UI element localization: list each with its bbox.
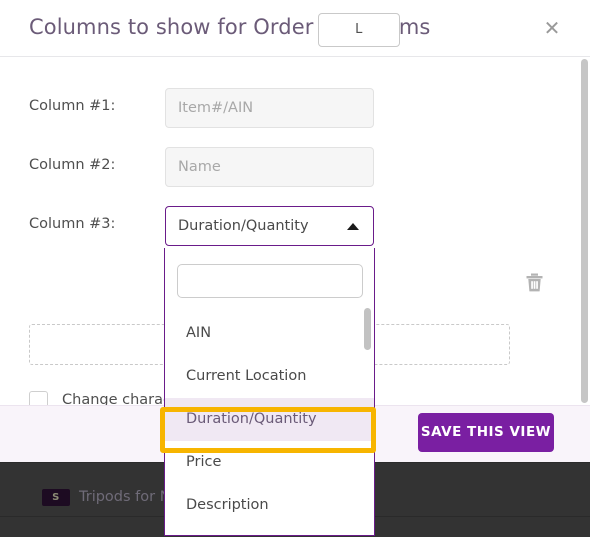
close-icon[interactable]: ✕ bbox=[540, 16, 564, 40]
modal-body-scrollbar-thumb[interactable] bbox=[581, 59, 588, 403]
column-field-row-1: Column #1: Item#/AIN bbox=[0, 88, 560, 128]
cancel-button[interactable]: L bbox=[318, 13, 400, 47]
column-2-value: Name bbox=[178, 159, 221, 175]
save-this-view-button[interactable]: SAVE THIS VIEW bbox=[418, 413, 554, 452]
column-3-label: Column #3: bbox=[29, 216, 116, 232]
column-field-row-3: Column #3: Duration/Quantity bbox=[0, 206, 560, 246]
column-1-label: Column #1: bbox=[29, 98, 116, 114]
dropdown-option-list: AIN Current Location Duration/Quantity P… bbox=[165, 312, 374, 534]
dropdown-scrollbar-thumb[interactable] bbox=[364, 308, 371, 350]
column-3-selected-value: Duration/Quantity bbox=[178, 218, 309, 234]
modal-header: Columns to show for Order Line Items ✕ bbox=[0, 0, 590, 57]
footer-badge: S bbox=[42, 488, 70, 506]
column-3-select[interactable]: Duration/Quantity bbox=[165, 206, 374, 246]
column-field-row-2: Column #2: Name bbox=[0, 147, 560, 187]
caret-up-icon[interactable] bbox=[347, 223, 359, 230]
column-1-value: Item#/AIN bbox=[178, 100, 254, 116]
dropdown-option-ain[interactable]: AIN bbox=[165, 312, 374, 355]
dropdown-option-description[interactable]: Description bbox=[165, 484, 374, 527]
dropdown-option-duration-quantity[interactable]: Duration/Quantity bbox=[165, 398, 374, 441]
column-2-input[interactable]: Name bbox=[165, 147, 374, 187]
dropdown-option-current-location[interactable]: Current Location bbox=[165, 355, 374, 398]
dropdown-search-input[interactable] bbox=[177, 264, 363, 298]
checkbox-change-characteristics[interactable] bbox=[29, 391, 48, 405]
modal-body-scrollbar[interactable] bbox=[581, 57, 590, 405]
column-2-label: Column #2: bbox=[29, 157, 116, 173]
trash-icon[interactable] bbox=[526, 273, 543, 292]
checkbox-change-characteristics-label: Change charac bbox=[62, 392, 171, 405]
column-1-input[interactable]: Item#/AIN bbox=[165, 88, 374, 128]
footer-item-label[interactable]: Tripods for N bbox=[79, 489, 171, 505]
dropdown-option-price[interactable]: Price bbox=[165, 441, 374, 484]
column-3-dropdown-panel: AIN Current Location Duration/Quantity P… bbox=[164, 248, 375, 536]
